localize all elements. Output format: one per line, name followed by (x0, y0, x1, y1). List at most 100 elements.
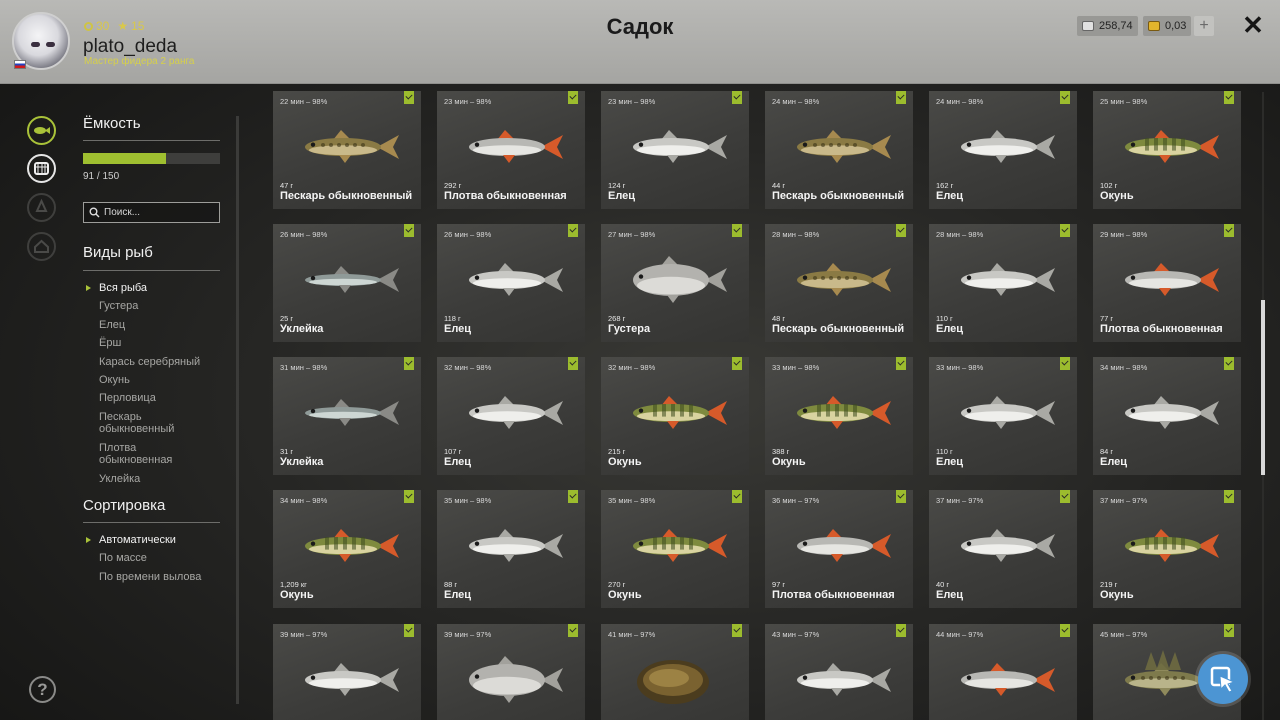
fish-weight: 215 г (608, 447, 626, 456)
fish-card[interactable]: 28 мин – 98% 48 г Пескарь обыкновенный (765, 224, 913, 342)
sorting-list: Автоматически По массе По времени вылова (85, 531, 201, 586)
fire-tab-icon[interactable] (27, 193, 56, 222)
search-box[interactable] (83, 202, 220, 223)
bookmark-icon[interactable] (896, 224, 906, 237)
fish-card[interactable]: 41 мин – 97% (601, 624, 749, 720)
fish-card[interactable]: 32 мин – 98% 215 г Окунь (601, 357, 749, 475)
sort-option[interactable]: По массе (99, 549, 201, 567)
species-item[interactable]: Уклейка (99, 470, 209, 488)
keepnet-tab-icon[interactable] (27, 154, 56, 183)
fish-card[interactable]: 28 мин – 98% 110 г Елец (929, 224, 1077, 342)
species-item[interactable]: Плотва обыкновенная (99, 439, 209, 470)
fish-weight: 162 г (936, 181, 954, 190)
fish-weight: 47 г (280, 181, 294, 190)
species-item[interactable]: Окунь (99, 371, 209, 389)
bookmark-icon[interactable] (732, 224, 742, 237)
bookmark-icon[interactable] (896, 91, 906, 104)
bookmark-icon[interactable] (732, 490, 742, 503)
bookmark-icon[interactable] (896, 624, 906, 637)
species-item[interactable]: Густера (99, 297, 209, 315)
help-button[interactable]: ? (29, 676, 56, 703)
fish-name: Уклейка (280, 323, 324, 335)
fish-card[interactable]: 34 мин – 98% 1,209 кг Окунь (273, 490, 421, 608)
fish-card[interactable]: 39 мин – 97% (437, 624, 585, 720)
sorting-title: Сортировка (83, 497, 166, 514)
bookmark-icon[interactable] (568, 91, 578, 104)
species-item[interactable]: Пескарь обыкновенный (99, 408, 209, 439)
fish-card[interactable]: 34 мин – 98% 84 г Елец (1093, 357, 1241, 475)
bookmark-icon[interactable] (1060, 224, 1070, 237)
fish-tab-icon[interactable] (27, 116, 56, 145)
fish-weight: 219 г (1100, 580, 1118, 589)
bookmark-icon[interactable] (404, 357, 414, 370)
fish-card[interactable]: 24 мин – 98% 44 г Пескарь обыкновенный (765, 91, 913, 209)
fish-card[interactable]: 23 мин – 98% 292 г Плотва обыкновенная (437, 91, 585, 209)
fish-name: Окунь (608, 589, 642, 601)
fish-card[interactable]: 33 мин – 98% 388 г Окунь (765, 357, 913, 475)
fish-card[interactable]: 35 мин – 98% 270 г Окунь (601, 490, 749, 608)
fish-card[interactable]: 44 мин – 97% (929, 624, 1077, 720)
species-item[interactable]: Карась серебряный (99, 353, 209, 371)
bookmark-icon[interactable] (1224, 624, 1234, 637)
catch-time: 24 мин – 98% (936, 97, 984, 106)
catch-time: 37 мин – 97% (936, 496, 984, 505)
bookmark-icon[interactable] (732, 91, 742, 104)
bookmark-icon[interactable] (1224, 490, 1234, 503)
species-item[interactable]: Ёрш (99, 334, 209, 352)
bookmark-icon[interactable] (896, 357, 906, 370)
fish-card[interactable]: 39 мин – 97% (273, 624, 421, 720)
fish-card[interactable]: 32 мин – 98% 107 г Елец (437, 357, 585, 475)
fish-name: Елец (1100, 456, 1128, 468)
fish-card[interactable]: 33 мин – 98% 110 г Елец (929, 357, 1077, 475)
search-input[interactable] (104, 207, 214, 218)
fish-card[interactable]: 26 мин – 98% 118 г Елец (437, 224, 585, 342)
bookmark-icon[interactable] (568, 624, 578, 637)
fish-card[interactable]: 26 мин – 98% 25 г Уклейка (273, 224, 421, 342)
bookmark-icon[interactable] (404, 224, 414, 237)
fish-card[interactable]: 24 мин – 98% 162 г Елец (929, 91, 1077, 209)
country-flag-icon (14, 60, 26, 69)
fish-card[interactable]: 22 мин – 98% 47 г Пескарь обыкновенный (273, 91, 421, 209)
bookmark-icon[interactable] (1224, 357, 1234, 370)
bookmark-icon[interactable] (568, 490, 578, 503)
close-button[interactable]: ✕ (1240, 12, 1266, 38)
home-tab-icon[interactable] (27, 232, 56, 261)
bookmark-icon[interactable] (732, 357, 742, 370)
bookmark-icon[interactable] (732, 624, 742, 637)
fish-card[interactable]: 25 мин – 98% 102 г Окунь (1093, 91, 1241, 209)
fish-name: Окунь (608, 456, 642, 468)
sort-option[interactable]: По времени вылова (99, 568, 201, 586)
species-item[interactable]: Вся рыба (86, 279, 209, 297)
bookmark-icon[interactable] (1060, 490, 1070, 503)
add-currency-button[interactable]: + (1194, 16, 1214, 36)
bookmark-icon[interactable] (1060, 357, 1070, 370)
gold-icon (1148, 21, 1160, 31)
fish-card[interactable]: 37 мин – 97% 219 г Окунь (1093, 490, 1241, 608)
scrollbar-thumb[interactable] (1261, 300, 1265, 475)
bookmark-icon[interactable] (568, 357, 578, 370)
fish-weight: 388 г (772, 447, 790, 456)
top-bar: 30 ★ 15 plato_deda Мастер фидера 2 ранга … (0, 0, 1280, 84)
sort-option[interactable]: Автоматически (85, 531, 201, 549)
bookmark-icon[interactable] (1224, 91, 1234, 104)
divider (83, 522, 220, 523)
bookmark-icon[interactable] (404, 624, 414, 637)
fish-card[interactable]: 29 мин – 98% 77 г Плотва обыкновенная (1093, 224, 1241, 342)
fish-card[interactable]: 31 мин – 98% 31 г Уклейка (273, 357, 421, 475)
fish-card[interactable]: 27 мин – 98% 268 г Густера (601, 224, 749, 342)
fish-card[interactable]: 23 мин – 98% 124 г Елец (601, 91, 749, 209)
bookmark-icon[interactable] (1224, 224, 1234, 237)
fish-card[interactable]: 43 мин – 97% (765, 624, 913, 720)
bookmark-icon[interactable] (568, 224, 578, 237)
bookmark-icon[interactable] (1060, 624, 1070, 637)
bookmark-icon[interactable] (1060, 91, 1070, 104)
cursor-mode-button[interactable] (1198, 654, 1248, 704)
fish-card[interactable]: 35 мин – 98% 88 г Елец (437, 490, 585, 608)
bookmark-icon[interactable] (404, 490, 414, 503)
species-item[interactable]: Перловица (99, 389, 209, 407)
species-item[interactable]: Елец (99, 316, 209, 334)
fish-card[interactable]: 36 мин – 97% 97 г Плотва обыкновенная (765, 490, 913, 608)
fish-card[interactable]: 37 мин – 97% 40 г Елец (929, 490, 1077, 608)
bookmark-icon[interactable] (896, 490, 906, 503)
bookmark-icon[interactable] (404, 91, 414, 104)
